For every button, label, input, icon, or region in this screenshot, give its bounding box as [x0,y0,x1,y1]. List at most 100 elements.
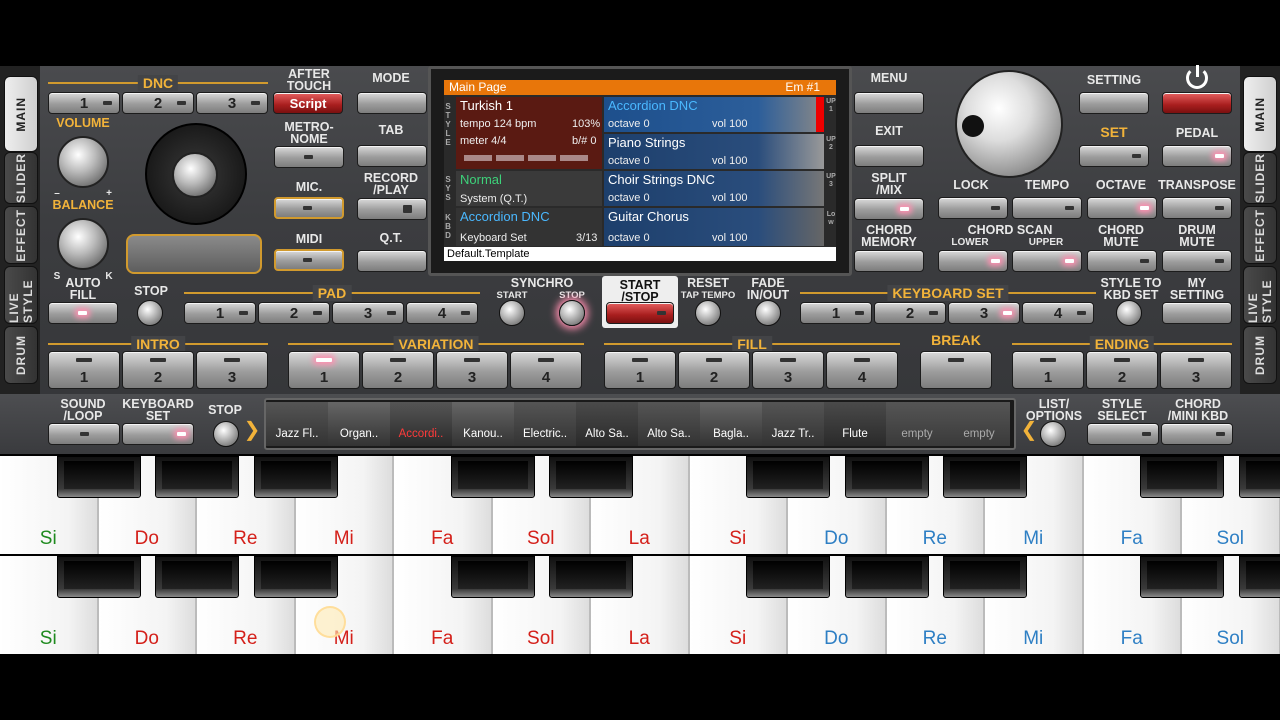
black-key[interactable] [844,556,929,598]
strip-stop-knob[interactable] [213,421,239,447]
black-key[interactable] [943,456,1027,498]
variation-1-button[interactable]: 1 [288,351,360,389]
sound-slot[interactable]: Flute [824,402,886,446]
tab-main-left[interactable]: MAIN [4,76,38,152]
pedal-button[interactable] [1162,145,1232,167]
tap-tempo-knob[interactable] [695,300,721,326]
tab-live-style-left[interactable]: LIVE STYLE [4,266,38,324]
pad-3-button[interactable]: 3 [332,302,404,324]
chord-scan-lower-button[interactable] [938,250,1008,272]
exit-button[interactable] [854,145,924,167]
tab-slider-right[interactable]: SLIDER [1243,152,1277,204]
black-key[interactable] [450,556,535,598]
kbd-cell[interactable]: Accordion DNC Keyboard Set 3/13 [456,208,602,246]
variation-3-button[interactable]: 3 [436,351,508,389]
setting-button[interactable] [1079,92,1149,114]
sound-slot[interactable]: Jazz Fl.. [266,402,328,446]
touch-pad[interactable] [126,234,262,274]
black-key[interactable] [1140,456,1224,498]
black-key[interactable] [746,556,830,598]
mic-button[interactable] [274,197,344,219]
sound-slot[interactable]: Organ.. [328,402,390,446]
qt-button[interactable] [357,250,427,272]
ending-1-button[interactable]: 1 [1012,351,1084,389]
black-key[interactable] [943,556,1027,598]
kbdset-2-button[interactable]: 2 [874,302,946,324]
kbdset-3-button[interactable]: 3 [948,302,1020,324]
dnc-2-button[interactable]: 2 [122,92,194,114]
tab-live-style-right[interactable]: LIVE STYLE [1243,266,1277,324]
balance-knob[interactable] [57,218,109,270]
transpose-button[interactable] [1162,197,1232,219]
black-key[interactable] [746,456,830,498]
black-key[interactable] [56,456,141,498]
fill-2-button[interactable]: 2 [678,351,750,389]
break-button[interactable] [920,351,992,389]
style-cell[interactable]: Turkish 1 tempo 124 bpm 103% meter 4/4 b… [456,97,602,169]
tab-main-right[interactable]: MAIN [1243,76,1277,152]
ending-2-button[interactable]: 2 [1086,351,1158,389]
sound-slot[interactable]: Bagla.. [700,402,762,446]
volume-knob[interactable] [57,136,109,188]
sound-slot[interactable]: Jazz Tr.. [762,402,824,446]
list-options-knob[interactable] [1040,421,1066,447]
sound-slot-empty[interactable]: empty [886,402,948,446]
fill-4-button[interactable]: 4 [826,351,898,389]
auto-fill-button[interactable] [48,302,118,324]
intro-1-button[interactable]: 1 [48,351,120,389]
kbdset-1-button[interactable]: 1 [800,302,872,324]
tab-drum-right[interactable]: DRUM [1243,326,1277,384]
pad-1-button[interactable]: 1 [184,302,256,324]
fade-knob[interactable] [755,300,781,326]
menu-button[interactable] [854,92,924,114]
black-key[interactable] [155,456,239,498]
tab-slider-left[interactable]: SLIDER [4,152,38,204]
sound-slot-selected[interactable]: Accordi.. [390,402,452,446]
intro-3-button[interactable]: 3 [196,351,268,389]
set-button[interactable] [1079,145,1149,167]
script-button[interactable]: Script [273,92,343,114]
tab-effect-right[interactable]: EFFECT [1243,206,1277,264]
chord-mini-kbd-button[interactable] [1161,423,1233,445]
synchro-start-knob[interactable] [499,300,525,326]
scroll-left-arrow-icon[interactable]: ❯ [243,420,261,440]
synchro-stop-knob[interactable] [559,300,585,326]
black-key[interactable] [549,556,633,598]
chord-scan-upper-button[interactable] [1012,250,1082,272]
metronome-button[interactable] [274,146,344,168]
part-low[interactable]: Guitar Chorus octave 0 vol 100 [604,208,824,246]
black-key[interactable] [1238,556,1280,598]
sound-slot[interactable]: Electric.. [514,402,576,446]
split-mix-button[interactable] [854,198,924,220]
black-key[interactable] [253,456,338,498]
part-up3[interactable]: Choir Strings DNC octave 0 vol 100 [604,171,824,206]
pad-2-button[interactable]: 2 [258,302,330,324]
sys-cell[interactable]: Normal System (Q.T.) [456,171,602,206]
joystick-icon[interactable] [172,152,218,198]
mode-button[interactable] [357,92,427,114]
black-key[interactable] [450,456,535,498]
black-key[interactable] [56,556,141,598]
sound-slot[interactable]: Kanou.. [452,402,514,446]
black-key[interactable] [1140,556,1224,598]
fill-1-button[interactable]: 1 [604,351,676,389]
part-up2[interactable]: Piano Strings octave 0 vol 100 [604,134,824,169]
power-button[interactable] [1162,92,1232,114]
sound-slot[interactable]: Alto Sa.. [576,402,638,446]
sound-loop-button[interactable] [48,423,120,445]
scroll-right-arrow-icon[interactable]: ❮ [1020,420,1038,440]
style-select-button[interactable] [1087,423,1159,445]
part-up1[interactable]: Accordion DNC octave 0 vol 100 [604,97,824,132]
keyboard-set-button[interactable] [122,423,194,445]
tab-drum-left[interactable]: DRUM [4,326,38,384]
black-key[interactable] [253,556,338,598]
octave-button[interactable] [1087,197,1157,219]
tab-effect-left[interactable]: EFFECT [4,206,38,264]
black-key[interactable] [549,456,633,498]
ending-3-button[interactable]: 3 [1160,351,1232,389]
start-stop-button[interactable] [606,302,674,324]
pad-stop-knob[interactable] [137,300,163,326]
drum-mute-button[interactable] [1162,250,1232,272]
record-play-button[interactable] [357,198,427,220]
midi-button[interactable] [274,249,344,271]
